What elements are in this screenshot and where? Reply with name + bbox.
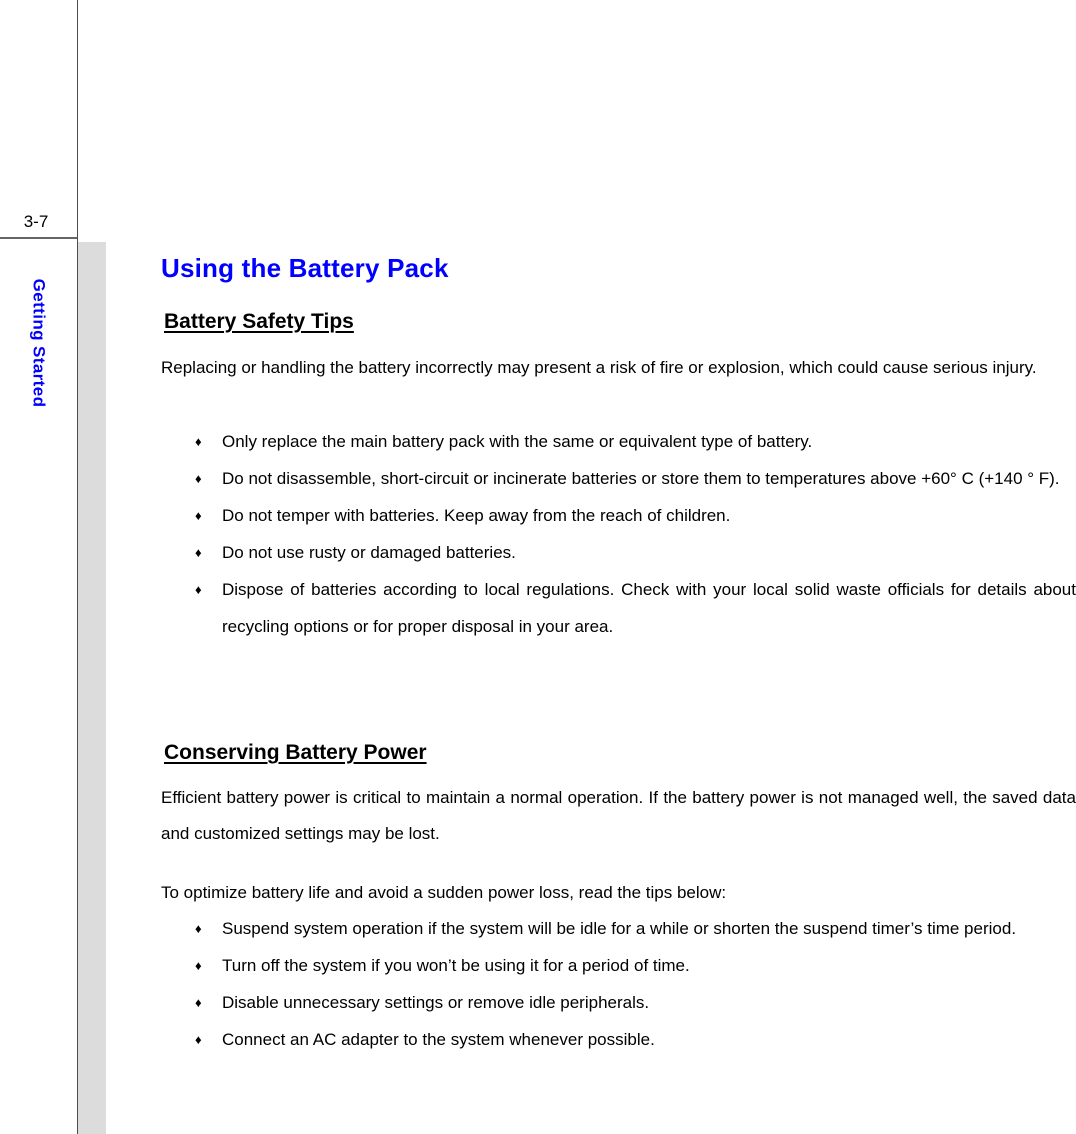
diamond-bullet-icon: ♦ (195, 921, 202, 936)
diamond-bullet-icon: ♦ (195, 582, 202, 597)
list-item-text: Do not disassemble, short-circuit or inc… (222, 469, 1060, 488)
list-item: ♦ Do not temper with batteries. Keep awa… (161, 497, 1076, 534)
page-frame: 3-7 Getting Started Using the Battery Pa… (0, 0, 1076, 1134)
list-item-text: Connect an AC adapter to the system when… (222, 1030, 655, 1049)
section-heading-conserving-battery-power: Conserving Battery Power (164, 741, 427, 764)
diamond-bullet-icon: ♦ (195, 508, 202, 523)
diamond-bullet-icon: ♦ (195, 545, 202, 560)
bullet-list-battery-tips: ♦ Suspend system operation if the system… (161, 910, 1076, 1058)
list-item: ♦ Turn off the system if you won’t be us… (161, 947, 1076, 984)
list-item: ♦ Do not disassemble, short-circuit or i… (161, 460, 1076, 497)
paragraph-tips-lead: To optimize battery life and avoid a sud… (161, 883, 727, 902)
page-number: 3-7 (23, 212, 49, 231)
list-item: ♦ Connect an AC adapter to the system wh… (161, 1021, 1076, 1058)
page-title: Using the Battery Pack (161, 253, 449, 283)
list-item-text: Turn off the system if you won’t be usin… (222, 956, 690, 975)
list-item: ♦ Do not use rusty or damaged batteries. (161, 534, 1076, 571)
section-heading-battery-safety-tips: Battery Safety Tips (164, 310, 354, 333)
list-item-text: Do not use rusty or damaged batteries. (222, 543, 516, 562)
document-content: Using the Battery Pack Battery Safety Ti… (161, 0, 1076, 1134)
list-item-text: Suspend system operation if the system w… (222, 919, 1017, 938)
paragraph-conserving-battery-intro: Efficient battery power is critical to m… (161, 788, 1076, 843)
list-item: ♦ Only replace the main battery pack wit… (161, 423, 1076, 460)
chapter-tab-label: Getting Started (29, 278, 49, 408)
bullet-list-battery-safety: ♦ Only replace the main battery pack wit… (161, 423, 1076, 645)
list-item-text: Only replace the main battery pack with … (222, 432, 813, 451)
list-item: ♦ Dispose of batteries according to loca… (161, 571, 1076, 645)
diamond-bullet-icon: ♦ (195, 995, 202, 1010)
list-item: ♦ Disable unnecessary settings or remove… (161, 984, 1076, 1021)
diamond-bullet-icon: ♦ (195, 434, 202, 449)
diamond-bullet-icon: ♦ (195, 471, 202, 486)
folio-horizontal-rule (0, 237, 77, 239)
diamond-bullet-icon: ♦ (195, 958, 202, 973)
list-item-text: Disable unnecessary settings or remove i… (222, 993, 650, 1012)
diamond-bullet-icon: ♦ (195, 1032, 202, 1047)
list-item: ♦ Suspend system operation if the system… (161, 910, 1076, 947)
list-item-text: Do not temper with batteries. Keep away … (222, 506, 731, 525)
list-item-text: Dispose of batteries according to local … (222, 580, 1076, 636)
chapter-tab-band (78, 242, 106, 1134)
paragraph-battery-safety-intro: Replacing or handling the battery incorr… (161, 358, 1037, 377)
chapter-tab: Getting Started (0, 247, 77, 477)
